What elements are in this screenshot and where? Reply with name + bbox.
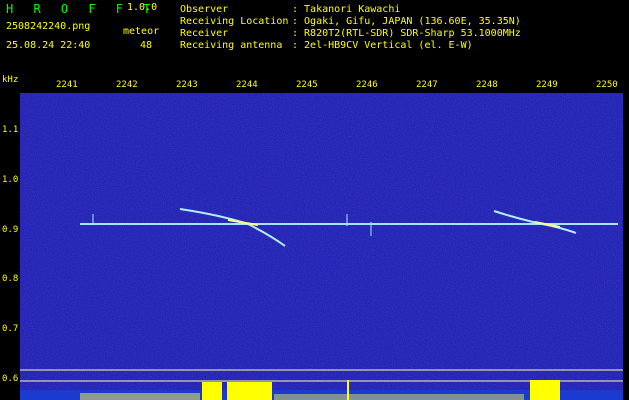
receiver-label: Receiver	[180, 28, 229, 39]
signal-floor	[80, 393, 200, 400]
spectrogram-image	[20, 93, 623, 400]
y-tick: 0.6	[2, 374, 19, 384]
x-tick: 2245	[296, 80, 318, 90]
antenna-value: : 2el-HB9CV Vertical (el. E-W)	[292, 40, 473, 51]
antenna-label: Receiving antenna	[180, 40, 283, 51]
x-tick: 2248	[476, 80, 498, 90]
receiver-value: : R820T2(RTL-SDR) SDR-Sharp 53.1000MHz	[292, 28, 521, 39]
signal-burst	[227, 382, 272, 400]
x-tick: 2250	[596, 80, 618, 90]
location-label: Receiving Location	[180, 16, 289, 27]
frequency-unit-label: kHz	[2, 75, 19, 85]
image-filename: 2508242240.png	[6, 21, 91, 32]
spectrogram-panel	[20, 93, 623, 400]
x-tick: 2244	[236, 80, 258, 90]
y-tick: 1.0	[2, 175, 19, 185]
observer-value: : Takanori Kawachi	[292, 4, 401, 15]
location-value: : Ogaki, Gifu, JAPAN (136.60E, 35.35N)	[292, 16, 521, 27]
x-tick: 2242	[116, 80, 138, 90]
signal-floor	[274, 394, 524, 400]
x-tick: 2249	[536, 80, 558, 90]
app-version: 1.0.0	[127, 2, 158, 13]
y-tick: 1.1	[2, 125, 19, 135]
hroft-window: H R O F F T 1.0.0 2508242240.png 25.08.2…	[0, 0, 629, 400]
x-tick: 2247	[416, 80, 438, 90]
x-tick: 2241	[56, 80, 78, 90]
y-tick: 0.9	[2, 225, 19, 235]
meteor-count-label: meteor	[123, 26, 160, 37]
signal-burst	[530, 380, 560, 400]
x-tick: 2243	[176, 80, 198, 90]
noise-texture	[20, 93, 623, 400]
signal-burst	[202, 382, 222, 400]
meteor-count-value: 48	[140, 40, 153, 51]
x-tick: 2246	[356, 80, 378, 90]
capture-datetime: 25.08.24 22:40	[6, 40, 91, 51]
observer-label: Observer	[180, 4, 229, 15]
y-tick: 0.8	[2, 274, 19, 284]
y-tick: 0.7	[2, 324, 19, 334]
